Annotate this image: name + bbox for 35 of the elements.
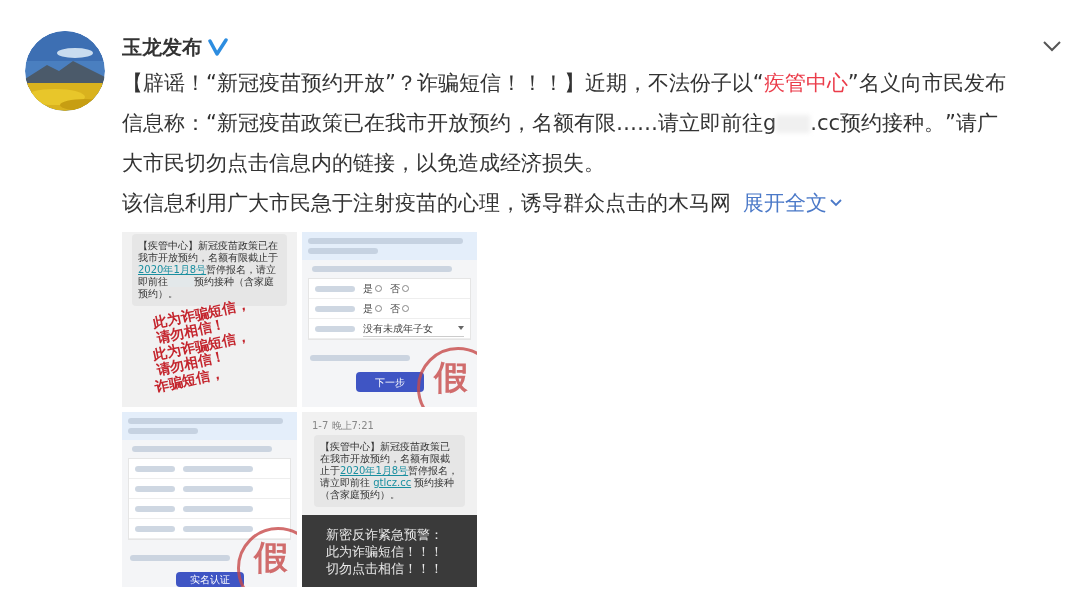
- blurred-text: [315, 285, 355, 292]
- blurred-text: [183, 505, 253, 512]
- submit-button[interactable]: 实名认证: [175, 572, 244, 587]
- message-text: 【疾管中心】新冠疫苗政策已在我市开放预约，名额有限截止于2020年1月8号暂停报名，请立即前往 gtlcz.cc 预约接种（含家庭预约）。: [320, 441, 459, 501]
- blurred-text: [183, 525, 253, 532]
- blurred-text: [128, 428, 198, 434]
- screenshot-thumbnail[interactable]: 【疾管中心】新冠疫苗政策已在我市开放预约，名额有限截止于 2020年1月8号暂停报名，请立即前往 预约接种（含家庭预约）。 此为诈骗短信， 请勿相信！ 此为诈骗短信， 请勿相信！ 诈骗短信，: [122, 232, 297, 407]
- blurred-text: [183, 485, 253, 492]
- post-text: 【辟谣！“新冠疫苗预约开放”？诈骗短信！！！】近期，不法份子以“疾管中心”名义向市民发布信息称：“新冠疫苗政策已在我市开放预约，名额有限……请立即前往g .cc预约接种。”请广大市民切勿点击信息内的链接，以免造成经济损失。: [122, 70, 1007, 177]
- post-text: 该信息利用广大市民急于注射疫苗的心理，诱导群众点击的木马网 展开全文: [122, 183, 1007, 223]
- message-time: 1-7 晚上7:21: [311, 419, 375, 433]
- chevron-down-icon: [829, 198, 843, 208]
- message-text: 【疾管中心】新冠疫苗政策已在我市开放预约，名额有限截止于 2020年1月8号暂停报名，请立即前往 预约接种（含家庭预约）。: [138, 240, 279, 300]
- blurred-text: [183, 465, 253, 472]
- select-field[interactable]: 没有未成年子女: [363, 320, 464, 337]
- caret-icon: [458, 326, 464, 330]
- radio-option[interactable]: 否: [390, 301, 409, 316]
- blurred-text: [135, 485, 175, 492]
- screenshot-thumbnail[interactable]: 实名认证 假: [122, 412, 297, 587]
- screenshot-thumbnail[interactable]: 是 否 是 否 没有未成年子女 下一步 假: [302, 232, 477, 407]
- chevron-down-icon[interactable]: [1042, 40, 1062, 52]
- radio-option[interactable]: 否: [390, 281, 409, 296]
- expand-link[interactable]: 展开全文: [743, 183, 843, 223]
- blurred-text: [315, 325, 355, 332]
- blurred-text: [135, 505, 175, 512]
- radio-option[interactable]: 是: [363, 281, 382, 296]
- alert-text: 新密反诈紧急预警： 此为诈骗短信！！！ 切勿点击相信！！！: [325, 525, 444, 577]
- author-name[interactable]: 玉龙发布: [122, 32, 202, 62]
- blurred-text: [308, 248, 378, 254]
- blurred-text: [135, 525, 175, 532]
- blurred-text: [135, 465, 175, 472]
- submit-button[interactable]: 下一步: [355, 372, 424, 392]
- radio-option[interactable]: 是: [363, 301, 382, 316]
- blurred-text: [315, 305, 355, 312]
- screenshot-thumbnail[interactable]: 1-7 晚上7:21 【疾管中心】新冠疫苗政策已在我市开放预约，名额有限截止于2020年1月8号暂停报名，请立即前往 gtlcz.cc 预约接种（含家庭预约）。 新密反诈紧急预警： 此为诈骗短信！！！ 切勿点击相信！！！: [302, 412, 477, 587]
